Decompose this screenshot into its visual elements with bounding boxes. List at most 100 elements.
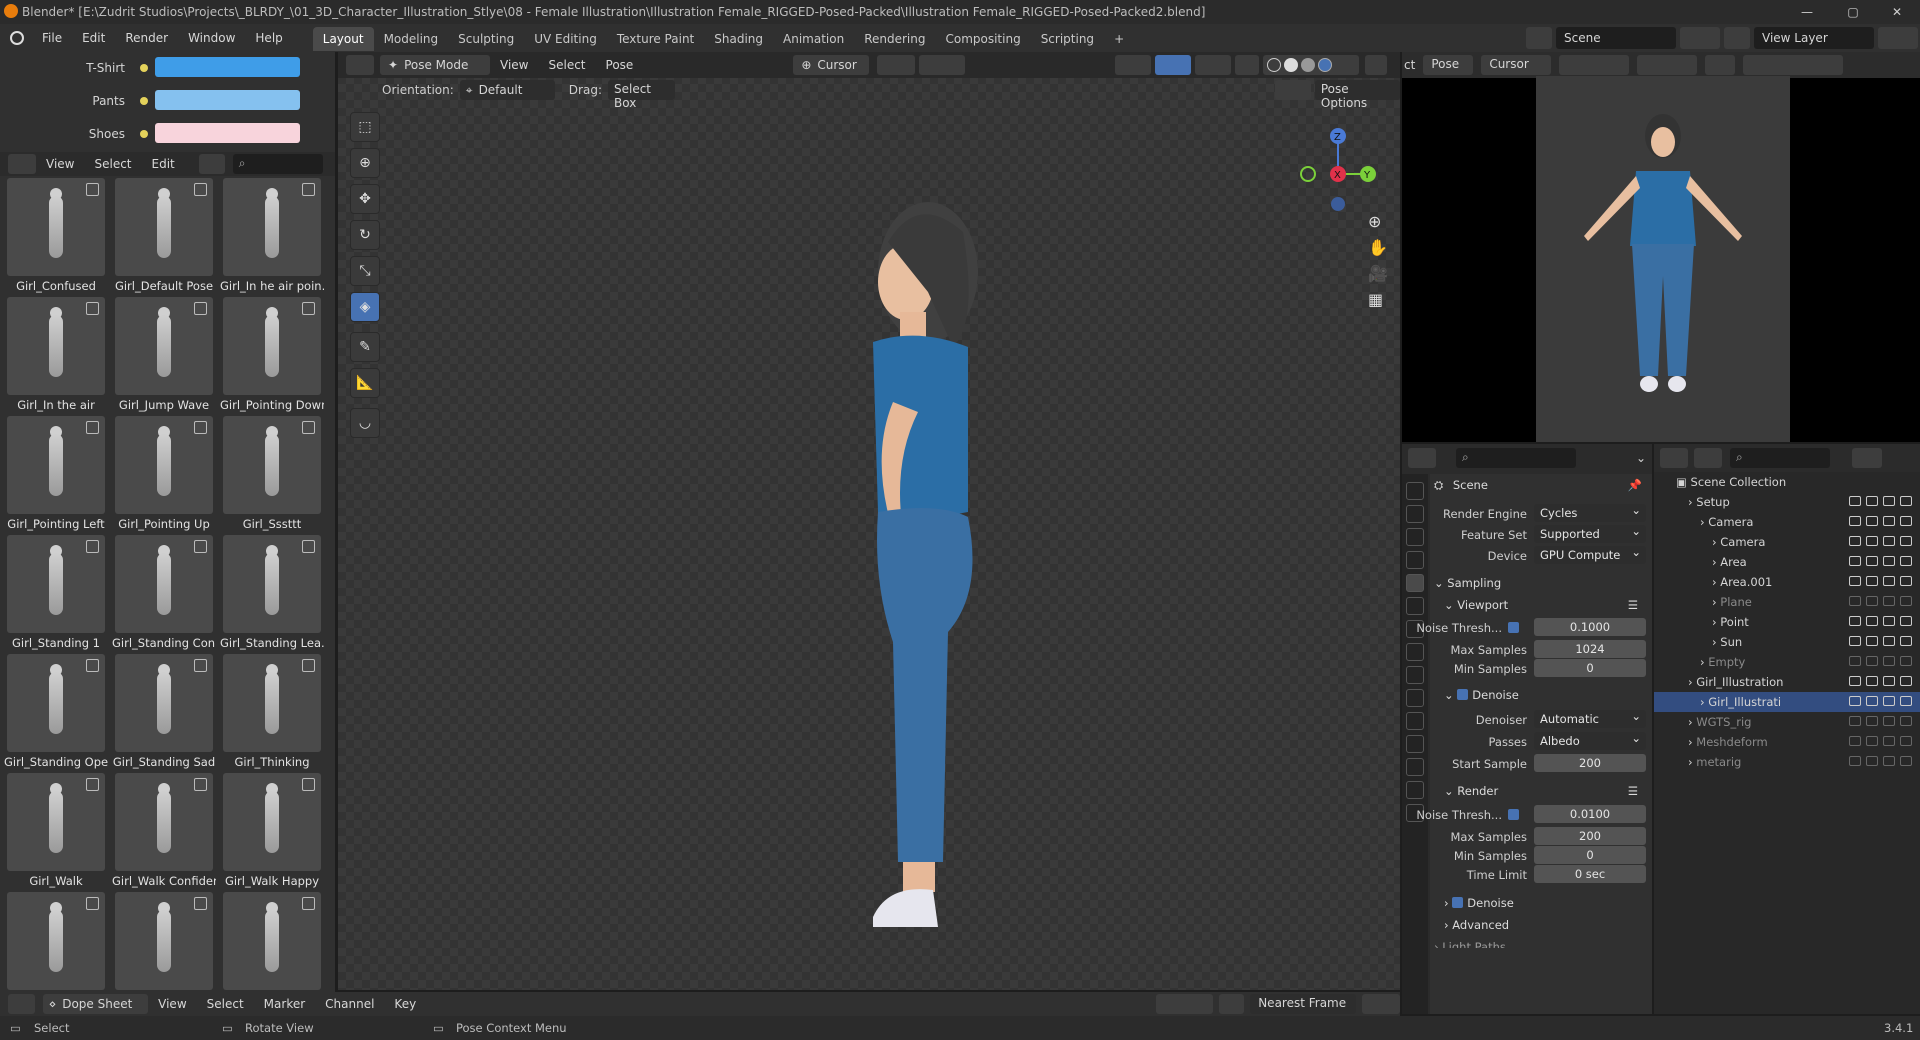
feature-set-dropdown[interactable]: Supported bbox=[1534, 522, 1646, 543]
select-icon[interactable] bbox=[1849, 496, 1861, 506]
camera-overlays-icon[interactable] bbox=[1705, 55, 1736, 75]
rendered-shading-icon[interactable] bbox=[1318, 58, 1333, 72]
add-workspace-button[interactable]: + bbox=[1104, 27, 1134, 51]
camera-icon[interactable] bbox=[1900, 656, 1912, 666]
edit-icon[interactable] bbox=[86, 897, 99, 910]
edit-icon[interactable] bbox=[302, 897, 315, 910]
eye-icon[interactable] bbox=[1866, 656, 1878, 666]
outliner-item[interactable]: › Plane bbox=[1654, 592, 1920, 612]
outliner-item[interactable]: › Camera bbox=[1654, 512, 1920, 532]
denoiser-dropdown[interactable]: Automatic bbox=[1534, 707, 1646, 728]
xray-icon[interactable] bbox=[1235, 55, 1260, 75]
edit-icon[interactable] bbox=[86, 659, 99, 672]
select-box-tool[interactable]: ⬚ bbox=[350, 112, 380, 142]
render-tab-icon[interactable] bbox=[1406, 505, 1424, 523]
render-engine-dropdown[interactable]: Cycles bbox=[1534, 501, 1646, 522]
render-noise-checkbox[interactable] bbox=[1508, 809, 1519, 820]
visibility-icon[interactable] bbox=[1115, 55, 1152, 75]
monitor-icon[interactable] bbox=[1883, 736, 1895, 746]
scene-actions-icon[interactable] bbox=[1680, 27, 1720, 49]
select-icon[interactable] bbox=[1849, 676, 1861, 686]
output-tab-icon[interactable] bbox=[1406, 528, 1424, 546]
filter-icon[interactable] bbox=[1852, 448, 1882, 468]
editor-type-icon[interactable] bbox=[8, 994, 35, 1014]
display-mode-icon[interactable] bbox=[198, 154, 225, 174]
scene-browse-icon[interactable] bbox=[1526, 27, 1552, 49]
navigation-gizmo[interactable]: Z Y X bbox=[1298, 112, 1378, 212]
monitor-icon[interactable] bbox=[1883, 696, 1895, 706]
eye-icon[interactable] bbox=[1866, 516, 1878, 526]
monitor-icon[interactable] bbox=[1883, 496, 1895, 506]
outliner-item[interactable]: › Area.001 bbox=[1654, 572, 1920, 592]
move-tool[interactable]: ✥ bbox=[350, 184, 380, 214]
select-icon[interactable] bbox=[1849, 576, 1861, 586]
list-icon[interactable]: ☰ bbox=[1628, 594, 1638, 616]
snap-icon[interactable] bbox=[919, 55, 966, 75]
dopesheet-menu-select[interactable]: Select bbox=[197, 992, 254, 1016]
light-paths-header[interactable]: › Light Paths bbox=[1434, 936, 1634, 948]
tab-layout[interactable]: Layout bbox=[312, 27, 374, 51]
eye-icon[interactable] bbox=[1866, 676, 1878, 686]
edit-icon[interactable] bbox=[86, 421, 99, 434]
viewport-min-field[interactable]: 0 bbox=[1534, 659, 1646, 677]
pose-asset-tile[interactable]: Girl_Pointing Left bbox=[4, 416, 108, 535]
camera-icon[interactable] bbox=[1900, 556, 1912, 566]
select-icon[interactable] bbox=[1849, 636, 1861, 646]
outliner-item[interactable]: › WGTS_rig bbox=[1654, 712, 1920, 732]
eye-icon[interactable] bbox=[1866, 696, 1878, 706]
outliner-item[interactable]: › Point bbox=[1654, 612, 1920, 632]
tab-modeling[interactable]: Modeling bbox=[374, 27, 449, 51]
monitor-icon[interactable] bbox=[1883, 676, 1895, 686]
wireframe-shading-icon[interactable] bbox=[1267, 58, 1282, 72]
camera-pivot-dropdown[interactable]: Cursor bbox=[1481, 55, 1552, 75]
select-icon[interactable] bbox=[1849, 756, 1861, 766]
bone-tab-icon[interactable] bbox=[1406, 758, 1424, 776]
keyframe-dot-icon[interactable] bbox=[140, 130, 148, 138]
camera-icon[interactable] bbox=[1900, 756, 1912, 766]
menu-render[interactable]: Render bbox=[115, 24, 178, 52]
outliner-item[interactable]: › Camera bbox=[1654, 532, 1920, 552]
tab-compositing[interactable]: Compositing bbox=[935, 27, 1030, 51]
sampling-panel-header[interactable]: ⌄ Sampling bbox=[1434, 572, 1648, 594]
render-subpanel-header[interactable]: ⌄ Render ☰ bbox=[1444, 780, 1644, 802]
camera-mode-dropdown[interactable]: Pose bbox=[1423, 55, 1474, 75]
pose-asset-tile[interactable]: Girl_Sssttt bbox=[220, 416, 324, 535]
start-sample-field[interactable]: 200 bbox=[1534, 754, 1646, 772]
scene-tab-icon[interactable] bbox=[1406, 574, 1424, 592]
world-tab-icon[interactable] bbox=[1406, 597, 1424, 615]
select-icon[interactable] bbox=[1849, 696, 1861, 706]
pose-asset-tile[interactable]: Girl_In he air poin... bbox=[220, 178, 324, 297]
edit-icon[interactable] bbox=[194, 778, 207, 791]
list-icon[interactable]: ☰ bbox=[1628, 780, 1638, 802]
outliner-item[interactable]: › Empty bbox=[1654, 652, 1920, 672]
camera-shading-modes[interactable] bbox=[1743, 55, 1844, 75]
filter-icon[interactable] bbox=[1219, 994, 1245, 1014]
data-tab-icon[interactable] bbox=[1406, 735, 1424, 753]
edit-icon[interactable] bbox=[302, 778, 315, 791]
pose-asset-tile[interactable]: Girl_Walk Confident bbox=[112, 773, 216, 892]
edit-icon[interactable] bbox=[302, 540, 315, 553]
eye-icon[interactable] bbox=[1866, 576, 1878, 586]
pose-asset-tile[interactable]: Girl_Pointing Up bbox=[112, 416, 216, 535]
transform-tool[interactable]: ◈ bbox=[350, 292, 380, 322]
dopesheet-filters-icon[interactable] bbox=[1156, 994, 1214, 1014]
edit-icon[interactable] bbox=[194, 540, 207, 553]
camera-icon[interactable] bbox=[1900, 636, 1912, 646]
annotate-tool[interactable]: ✎ bbox=[350, 332, 380, 362]
camera-icon[interactable] bbox=[1900, 736, 1912, 746]
camera-icon[interactable] bbox=[1900, 716, 1912, 726]
editor-type-icon[interactable] bbox=[346, 55, 374, 75]
select-icon[interactable] bbox=[1849, 516, 1861, 526]
eye-icon[interactable] bbox=[1866, 756, 1878, 766]
drag-dropdown[interactable]: Select Box bbox=[607, 80, 676, 110]
editor-type-icon[interactable] bbox=[8, 154, 36, 174]
gizmo-neg-z[interactable] bbox=[1331, 197, 1345, 211]
tab-texture-paint[interactable]: Texture Paint bbox=[607, 27, 704, 51]
grid-ortho-icon[interactable]: ▦ bbox=[1368, 290, 1383, 309]
gizmo-neg-y[interactable] bbox=[1300, 166, 1316, 182]
monitor-icon[interactable] bbox=[1883, 616, 1895, 626]
render-denoise-checkbox[interactable] bbox=[1452, 897, 1464, 908]
select-icon[interactable] bbox=[1849, 596, 1861, 606]
viewport-noise-field[interactable]: 0.1000 bbox=[1534, 618, 1646, 636]
edit-icon[interactable] bbox=[86, 778, 99, 791]
